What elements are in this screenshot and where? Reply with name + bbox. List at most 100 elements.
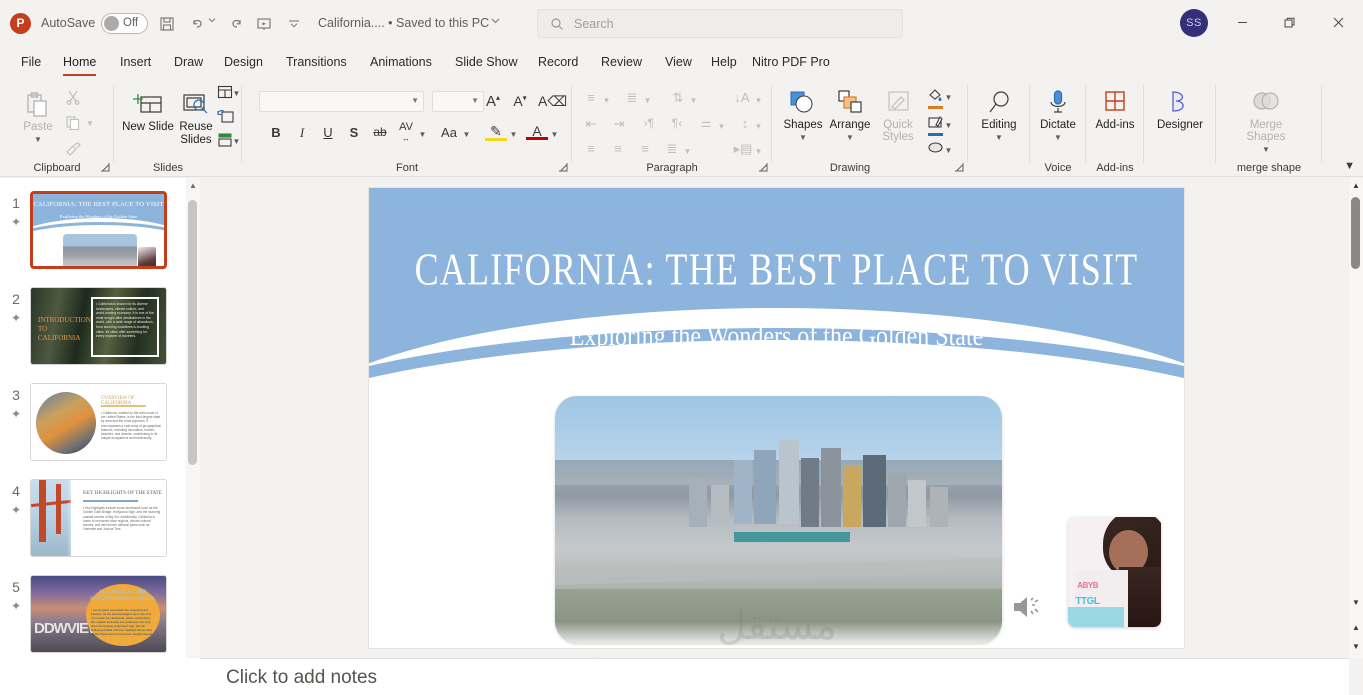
numbering-dropdown-icon[interactable]: ▼: [643, 91, 652, 106]
bold-button[interactable]: B: [265, 125, 287, 140]
restore-icon[interactable]: [1270, 8, 1310, 38]
tab-file[interactable]: File: [13, 47, 49, 79]
columns-dropdown-icon[interactable]: ▼: [717, 117, 726, 132]
shape-outline-dropdown-icon[interactable]: ▼: [944, 117, 953, 138]
line-spacing-button[interactable]: ⇅: [667, 90, 689, 106]
slide-thumbnail[interactable]: CALIFORNIA: THE BEST PLACE TO VISIT Expl…: [30, 191, 167, 269]
copy-dropdown-icon[interactable]: ▼: [85, 115, 95, 136]
tab-help[interactable]: Help: [703, 47, 745, 79]
shape-effects-dropdown-icon[interactable]: ▼: [944, 142, 953, 163]
quick-styles-button[interactable]: Quick Styles: [872, 85, 924, 143]
arrange-button[interactable]: Arrange ▼: [824, 85, 876, 144]
shape-outline-button[interactable]: [924, 115, 946, 136]
search-input[interactable]: Search: [537, 9, 903, 38]
autosave-toggle[interactable]: Off: [101, 13, 148, 34]
underline-button[interactable]: U: [317, 125, 339, 140]
tab-transitions[interactable]: Transitions: [278, 47, 355, 79]
slide-thumbnail-panel[interactable]: 1 ✦ CALIFORNIA: THE BEST PLACE TO VISIT …: [0, 178, 186, 695]
font-size-input[interactable]: ▼: [432, 91, 484, 112]
tab-animations[interactable]: Animations: [362, 47, 440, 79]
font-name-input[interactable]: ▼: [259, 91, 424, 112]
add-ins-button[interactable]: Add-ins: [1089, 85, 1141, 132]
slide-thumbnail[interactable]: DDWVIEW LOS ANGELES: THE ENTERTAINMENT C…: [30, 575, 167, 653]
decrease-indent-button[interactable]: ⇤: [580, 116, 602, 132]
presenter-video-thumbnail[interactable]: ABYB TTGL: [1068, 517, 1161, 627]
bullets-button[interactable]: ≡: [580, 90, 602, 105]
audio-speaker-icon[interactable]: [1011, 592, 1047, 622]
drawing-dialog-launcher[interactable]: [954, 162, 965, 173]
canvas-scrollbar-thumb[interactable]: [1351, 197, 1360, 269]
tab-insert[interactable]: Insert: [112, 47, 159, 79]
notes-pane[interactable]: Click to add notes: [200, 658, 1349, 695]
thumbnail-slide-5[interactable]: 5 ✦ DDWVIEW LOS ANGELES: THE ENTERTAINME…: [0, 575, 186, 671]
text-shadow-button[interactable]: S: [343, 125, 365, 140]
copy-button[interactable]: [62, 115, 84, 136]
align-right-button[interactable]: ≡: [634, 141, 656, 156]
reset-button[interactable]: [214, 109, 236, 130]
canvas-scrollbar[interactable]: ▲ ▼ ▲ ▼: [1349, 178, 1363, 658]
font-color-dropdown-icon[interactable]: ▼: [550, 125, 559, 140]
tab-design[interactable]: Design: [216, 47, 271, 79]
document-title[interactable]: California.... • Saved to this PC: [318, 16, 489, 30]
align-text-button[interactable]: ↕: [734, 116, 756, 131]
tab-home[interactable]: Home: [55, 47, 104, 79]
format-painter-button[interactable]: [62, 141, 84, 162]
cut-button[interactable]: [62, 89, 84, 110]
redo-icon[interactable]: [223, 12, 247, 36]
justify-button[interactable]: ≣: [661, 141, 683, 157]
section-dropdown-icon[interactable]: ▼: [232, 133, 241, 154]
minimize-icon[interactable]: [1222, 8, 1262, 38]
convert-to-smartart-button[interactable]: ▸▤: [732, 141, 754, 157]
avatar[interactable]: SS: [1180, 9, 1208, 37]
align-center-button[interactable]: ≡: [607, 141, 629, 156]
close-icon[interactable]: [1318, 8, 1358, 38]
justify-dropdown-icon[interactable]: ▼: [683, 142, 692, 157]
slide-subtitle[interactable]: Exploring the Wonders of the Golden Stat…: [369, 321, 1184, 353]
strikethrough-button[interactable]: ab: [369, 125, 391, 139]
ltr-button[interactable]: ›¶: [638, 116, 660, 130]
change-case-dropdown-icon[interactable]: ▼: [462, 125, 471, 140]
merge-shapes-button[interactable]: Merge Shapes ▼: [1240, 85, 1292, 157]
start-presentation-icon[interactable]: [252, 12, 276, 36]
line-spacing-dropdown-icon[interactable]: ▼: [689, 91, 698, 106]
text-direction-dropdown-icon[interactable]: ▼: [754, 91, 763, 106]
rtl-button[interactable]: ¶‹: [666, 116, 688, 130]
paste-button[interactable]: Paste ▼: [12, 87, 64, 146]
thumbnail-panel-scrollbar[interactable]: ▲ ▼: [186, 178, 200, 695]
increase-font-size-button[interactable]: A▴: [482, 93, 504, 110]
canvas-scroll-up-arrow-icon[interactable]: ▲: [1349, 179, 1363, 193]
tab-nitro-pdf-pro[interactable]: Nitro PDF Pro: [744, 47, 838, 79]
increase-indent-button[interactable]: ⇥: [608, 116, 630, 132]
next-slide-button[interactable]: ▼: [1349, 640, 1363, 654]
customize-qat-icon[interactable]: [282, 12, 306, 36]
font-dialog-launcher[interactable]: [558, 162, 569, 173]
shapes-button[interactable]: Shapes ▼: [777, 85, 829, 144]
slide-thumbnail[interactable]: KEY HIGHLIGHTS OF THE STATE • Key highli…: [30, 479, 167, 557]
undo-dropdown-icon[interactable]: [206, 12, 218, 36]
save-icon[interactable]: [155, 12, 179, 36]
document-title-dropdown-icon[interactable]: [489, 12, 501, 36]
align-left-button[interactable]: ≡: [580, 141, 602, 156]
slide-thumbnail[interactable]: OVERVIEW OF CALIFORNIA • California, loc…: [30, 383, 167, 461]
canvas-scroll-down-arrow-icon[interactable]: ▼: [1349, 596, 1363, 610]
font-color-button[interactable]: A: [526, 123, 548, 140]
designer-button[interactable]: Designer: [1154, 85, 1206, 132]
decrease-font-size-button[interactable]: A▾: [509, 93, 531, 109]
scrollbar-thumb[interactable]: [188, 200, 197, 465]
new-slide-button[interactable]: New Slide: [122, 87, 174, 134]
highlight-dropdown-icon[interactable]: ▼: [509, 125, 518, 140]
thumbnail-slide-3[interactable]: 3 ✦ OVERVIEW OF CALIFORNIA • California,…: [0, 383, 186, 479]
numbering-button[interactable]: ≣: [621, 90, 643, 106]
slide-title[interactable]: CALIFORNIA: THE BEST PLACE TO VISIT: [369, 243, 1184, 296]
thumbnail-slide-4[interactable]: 4 ✦ KEY HIGHLIGHTS OF THE STATE • Key hi…: [0, 479, 186, 575]
bullets-dropdown-icon[interactable]: ▼: [602, 91, 611, 106]
shape-fill-button[interactable]: [924, 87, 946, 109]
smartart-dropdown-icon[interactable]: ▼: [754, 142, 763, 157]
layout-dropdown-icon[interactable]: ▼: [232, 85, 241, 106]
dictate-button[interactable]: Dictate ▼: [1032, 85, 1084, 144]
columns-button[interactable]: ⚌: [695, 116, 717, 130]
tab-record[interactable]: Record: [530, 47, 586, 79]
character-spacing-button[interactable]: AV ↔: [395, 122, 417, 144]
collapse-ribbon-button[interactable]: ▼: [1344, 160, 1355, 172]
thumbnail-slide-2[interactable]: 2 ✦ • California is known for its divers…: [0, 287, 186, 383]
